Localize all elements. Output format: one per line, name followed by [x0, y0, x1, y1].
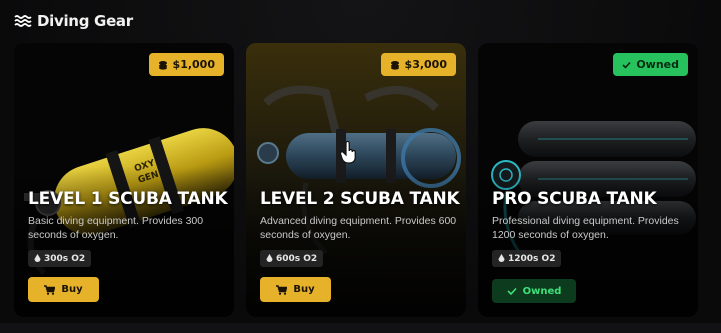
price-label: $3,000	[404, 58, 447, 71]
oxygen-stat-chip: 600s O2	[260, 250, 324, 267]
card-description: Advanced diving equipment. Provides 600 …	[260, 215, 457, 241]
owned-status-button: Owned	[492, 279, 576, 303]
card-title: PRO SCUBA TANK	[492, 189, 657, 209]
price-label: $1,000	[172, 58, 215, 71]
card-description: Professional diving equipment. Provides …	[492, 215, 679, 241]
oxygen-stat-label: 300s O2	[44, 253, 86, 264]
cart-icon	[44, 284, 56, 295]
droplet-icon	[498, 254, 505, 262]
card-description: Basic diving equipment. Provides 300 sec…	[28, 215, 204, 241]
buy-button-label: Buy	[293, 284, 315, 295]
droplet-icon	[266, 254, 273, 262]
oxygen-stat-chip: 1200s O2	[492, 250, 562, 267]
waves-icon	[14, 15, 32, 27]
price-badge: $3,000	[380, 53, 456, 76]
check-icon	[622, 61, 631, 69]
hand-pointer-icon	[340, 141, 356, 164]
oxygen-stat-label: 1200s O2	[508, 253, 556, 264]
section-title: Diving Gear	[37, 12, 133, 30]
shop-panel: Diving Gear OXY GEN	[0, 0, 721, 333]
buy-button[interactable]: Buy	[260, 277, 331, 302]
shop-card-level-1: OXY GEN $1,000 LEVEL 1 SCUBA TANK Basic …	[14, 43, 234, 317]
check-icon	[507, 287, 517, 295]
coins-icon	[390, 60, 399, 70]
oxygen-stat-label: 600s O2	[276, 253, 318, 264]
owned-badge-label: Owned	[636, 58, 679, 71]
shop-card-level-2: $3,000 LEVEL 2 SCUBA TANK Advanced divin…	[246, 43, 466, 317]
oxygen-stat-chip: 300s O2	[28, 250, 92, 267]
owned-status-label: Owned	[522, 285, 562, 297]
coins-icon	[158, 60, 167, 70]
buy-button-label: Buy	[61, 284, 83, 295]
cart-icon	[276, 284, 288, 295]
price-badge: $1,000	[148, 53, 224, 76]
buy-button[interactable]: Buy	[28, 277, 99, 302]
bottom-bar	[0, 323, 721, 333]
card-title: LEVEL 2 SCUBA TANK	[260, 189, 460, 209]
section-header: Diving Gear	[14, 10, 133, 32]
droplet-icon	[34, 254, 41, 262]
card-title: LEVEL 1 SCUBA TANK	[28, 189, 228, 209]
shop-card-pro: Owned PRO SCUBA TANK Professional diving…	[478, 43, 698, 317]
owned-badge: Owned	[613, 53, 688, 76]
